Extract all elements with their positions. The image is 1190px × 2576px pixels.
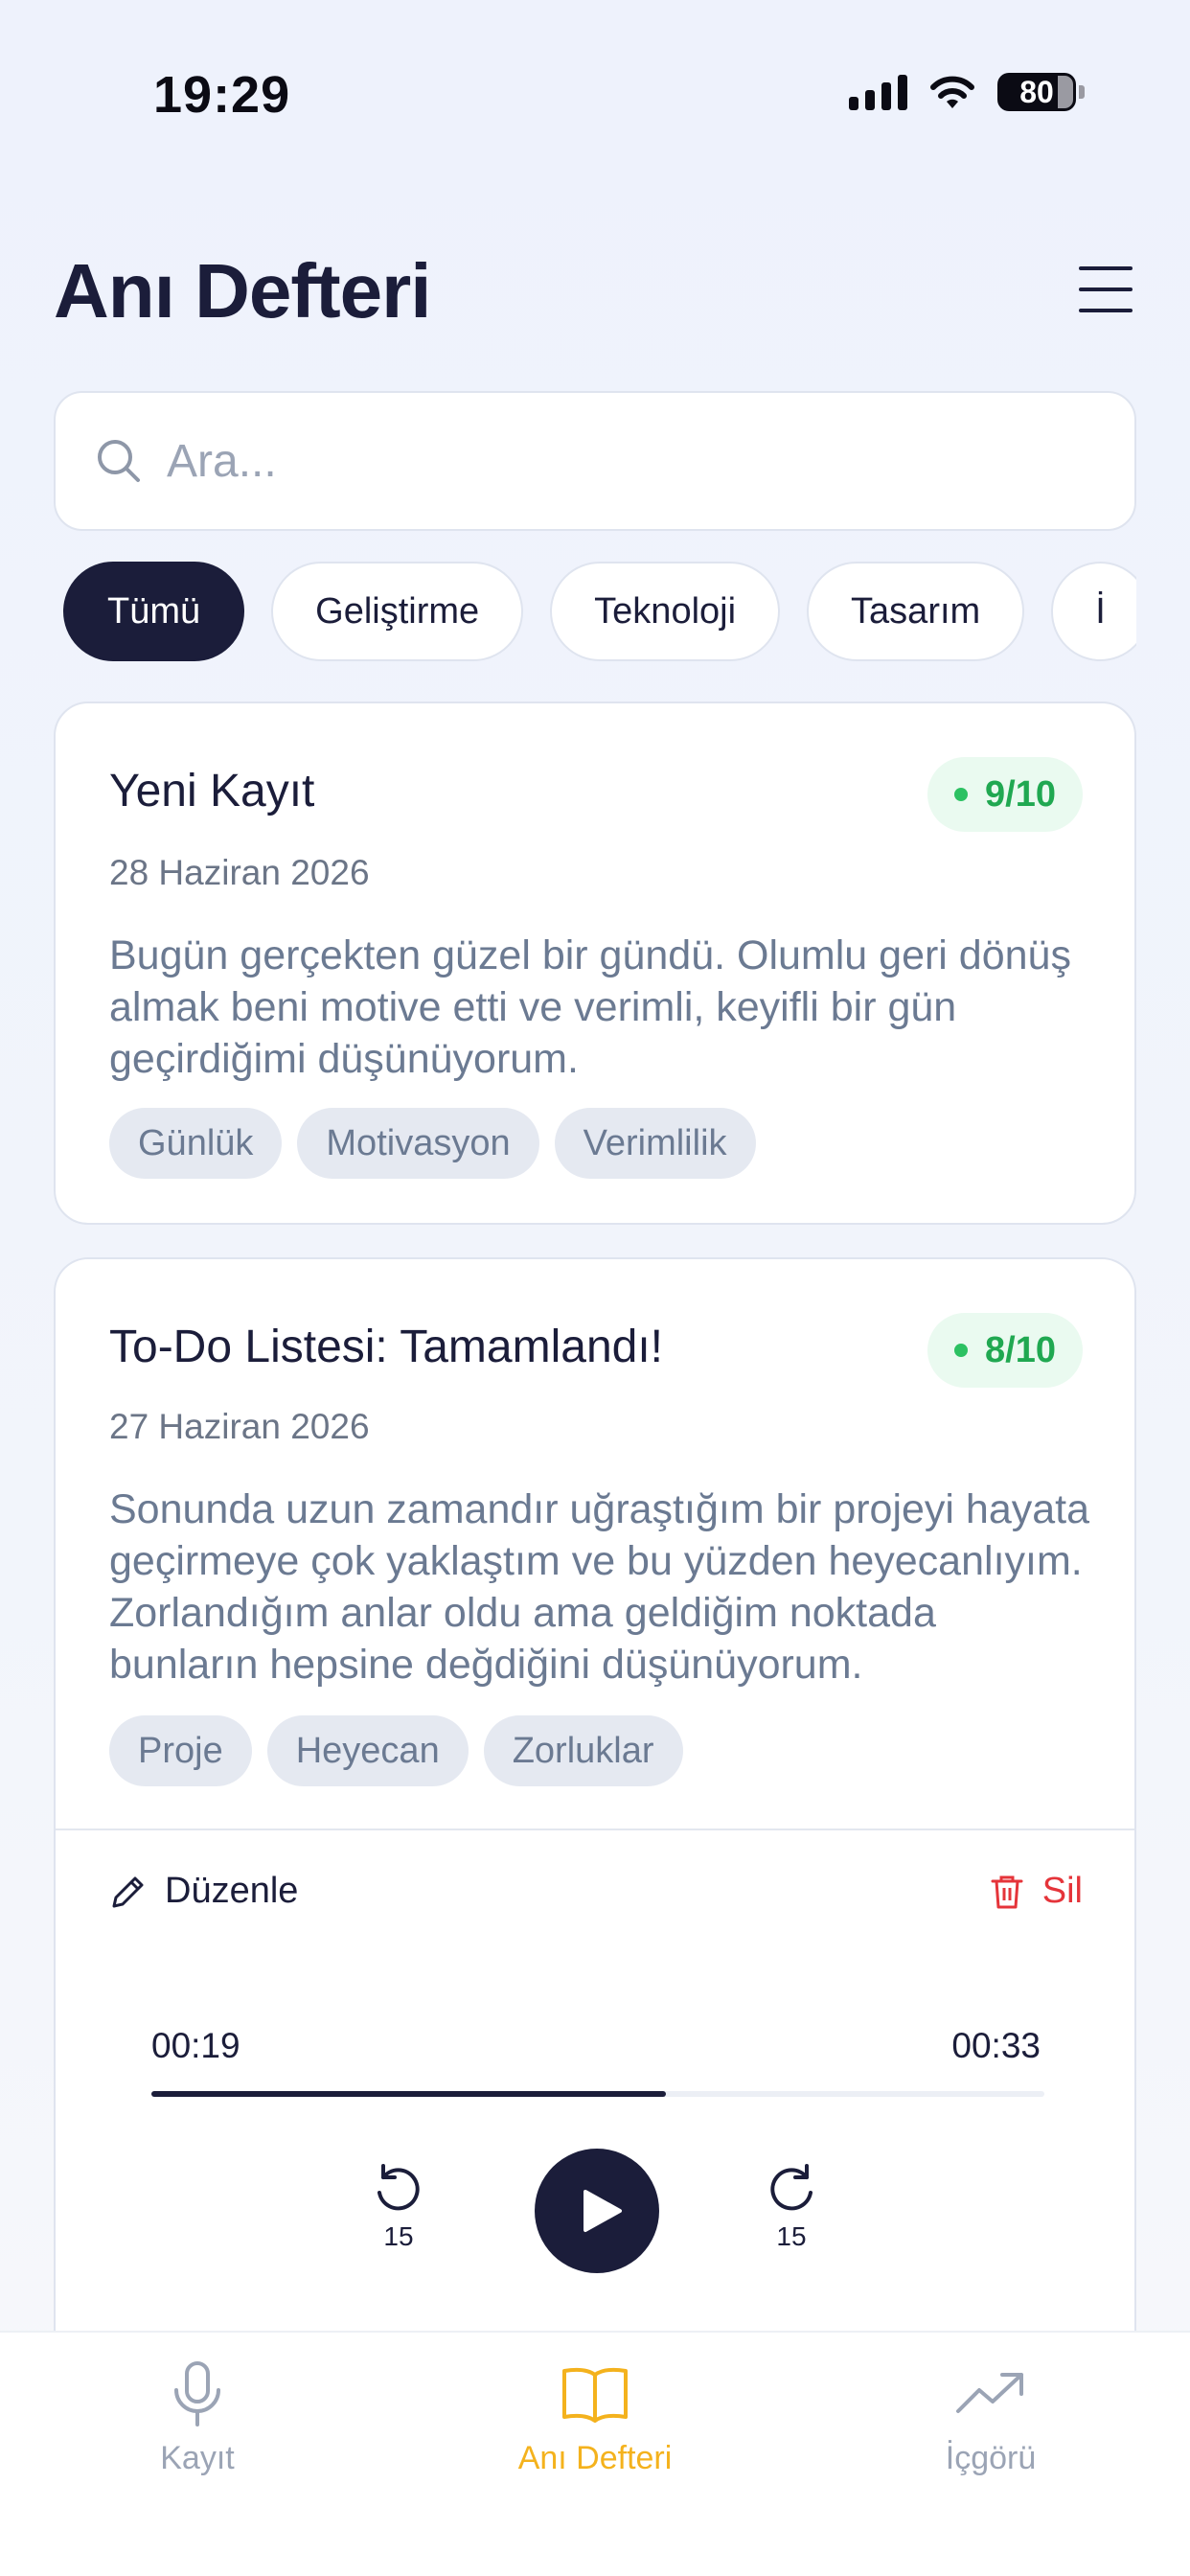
trending-up-icon [956,2373,1023,2413]
entry-tags: Proje Heyecan Zorluklar [109,1715,683,1786]
filter-chip-development[interactable]: Geliştirme [271,562,524,661]
mood-score-badge: 8/10 [927,1313,1083,1388]
search-icon [98,440,140,482]
tag: Proje [109,1715,252,1786]
entry-date: 28 Haziran 2026 [109,853,370,892]
status-bar: 19:29 80 [0,0,1190,192]
battery-icon: 80 [997,73,1085,111]
score-value: 8/10 [985,1329,1056,1370]
score-value: 9/10 [985,773,1056,815]
microphone-icon [174,2361,220,2426]
rewind-15-icon [378,2164,420,2211]
bottom-nav: Kayıt Anı Defteri İçgörü [0,2331,1190,2576]
entry-card-expanded[interactable]: To-Do Listesi: Tamamlandı! 8/10 27 Hazir… [54,1257,1136,2407]
play-button[interactable] [535,2149,659,2273]
page-title: Anı Defteri [54,248,431,334]
score-dot [954,788,969,801]
pencil-icon [112,1876,144,1907]
status-time: 19:29 [153,66,291,124]
entry-tags: Günlük Motivasyon Verimlilik [109,1108,756,1179]
entry-text: Sonunda uzun zamandır uğraştığım bir pro… [109,1486,1090,1688]
delete-label: Sil [1041,1871,1083,1911]
forward-15-icon [770,2164,812,2211]
edit-label: Düzenle [165,1871,299,1911]
filter-chip-all[interactable]: Tümü [63,562,245,661]
nav-insight-label: İçgörü [945,2440,1037,2476]
forward-label: 15 [776,2221,807,2251]
filter-chip-technology[interactable]: Teknoloji [550,562,781,661]
nav-diary-label: Anı Defteri [517,2440,673,2476]
book-icon [562,2367,628,2423]
player-total-time: 00:33 [951,2026,1041,2065]
player-progress-fill [151,2091,666,2097]
player-progress-bar[interactable] [151,2091,1044,2097]
tag: Günlük [109,1108,283,1179]
tag: Heyecan [266,1715,469,1786]
filter-chip-design[interactable]: Tasarım [807,562,1025,661]
forward-15-button[interactable]: 15 [753,2160,830,2252]
menu-icon [1079,266,1133,270]
rewind-label: 15 [383,2221,414,2251]
wifi-icon [930,76,974,108]
tag: Verimlilik [554,1108,756,1179]
entry-title: Yeni Kayıt [109,766,315,816]
entry-text: Bugün gerçekten güzel bir gündü. Olumlu … [109,932,1071,1082]
filter-chips: Tümü Geliştirme Teknoloji Tasarım İ [63,562,1136,663]
edit-button[interactable]: Düzenle [109,1871,298,1912]
tag: Motivasyon [297,1108,539,1179]
nav-insight[interactable]: İçgörü [847,2358,1134,2477]
rewind-15-button[interactable]: 15 [360,2160,437,2252]
search-bar[interactable] [54,391,1136,531]
entry-date: 27 Haziran 2026 [109,1407,370,1446]
nav-record[interactable]: Kayıt [54,2358,341,2477]
entry-card[interactable]: Yeni Kayıt 9/10 28 Haziran 2026 Bugün ge… [54,702,1136,1225]
trash-icon [991,1875,1023,1908]
delete-button[interactable]: Sil [989,1871,1083,1912]
battery-level: 80 [1019,74,1054,109]
nav-record-label: Kayıt [160,2440,235,2476]
cellular-signal-icon [849,74,907,110]
play-icon [584,2190,622,2232]
mood-score-badge: 9/10 [927,757,1083,832]
score-dot [954,1344,969,1357]
entry-title: To-Do Listesi: Tamamlandı! [109,1322,664,1372]
tag: Zorluklar [483,1715,683,1786]
nav-diary[interactable]: Anı Defteri [451,2358,739,2477]
search-input[interactable] [167,434,1029,488]
player-current-time: 00:19 [151,2026,240,2065]
menu-button[interactable] [1075,261,1136,318]
filter-chip-more[interactable]: İ [1051,562,1136,661]
status-icons: 80 [849,73,1085,111]
card-divider [56,1828,1134,1830]
